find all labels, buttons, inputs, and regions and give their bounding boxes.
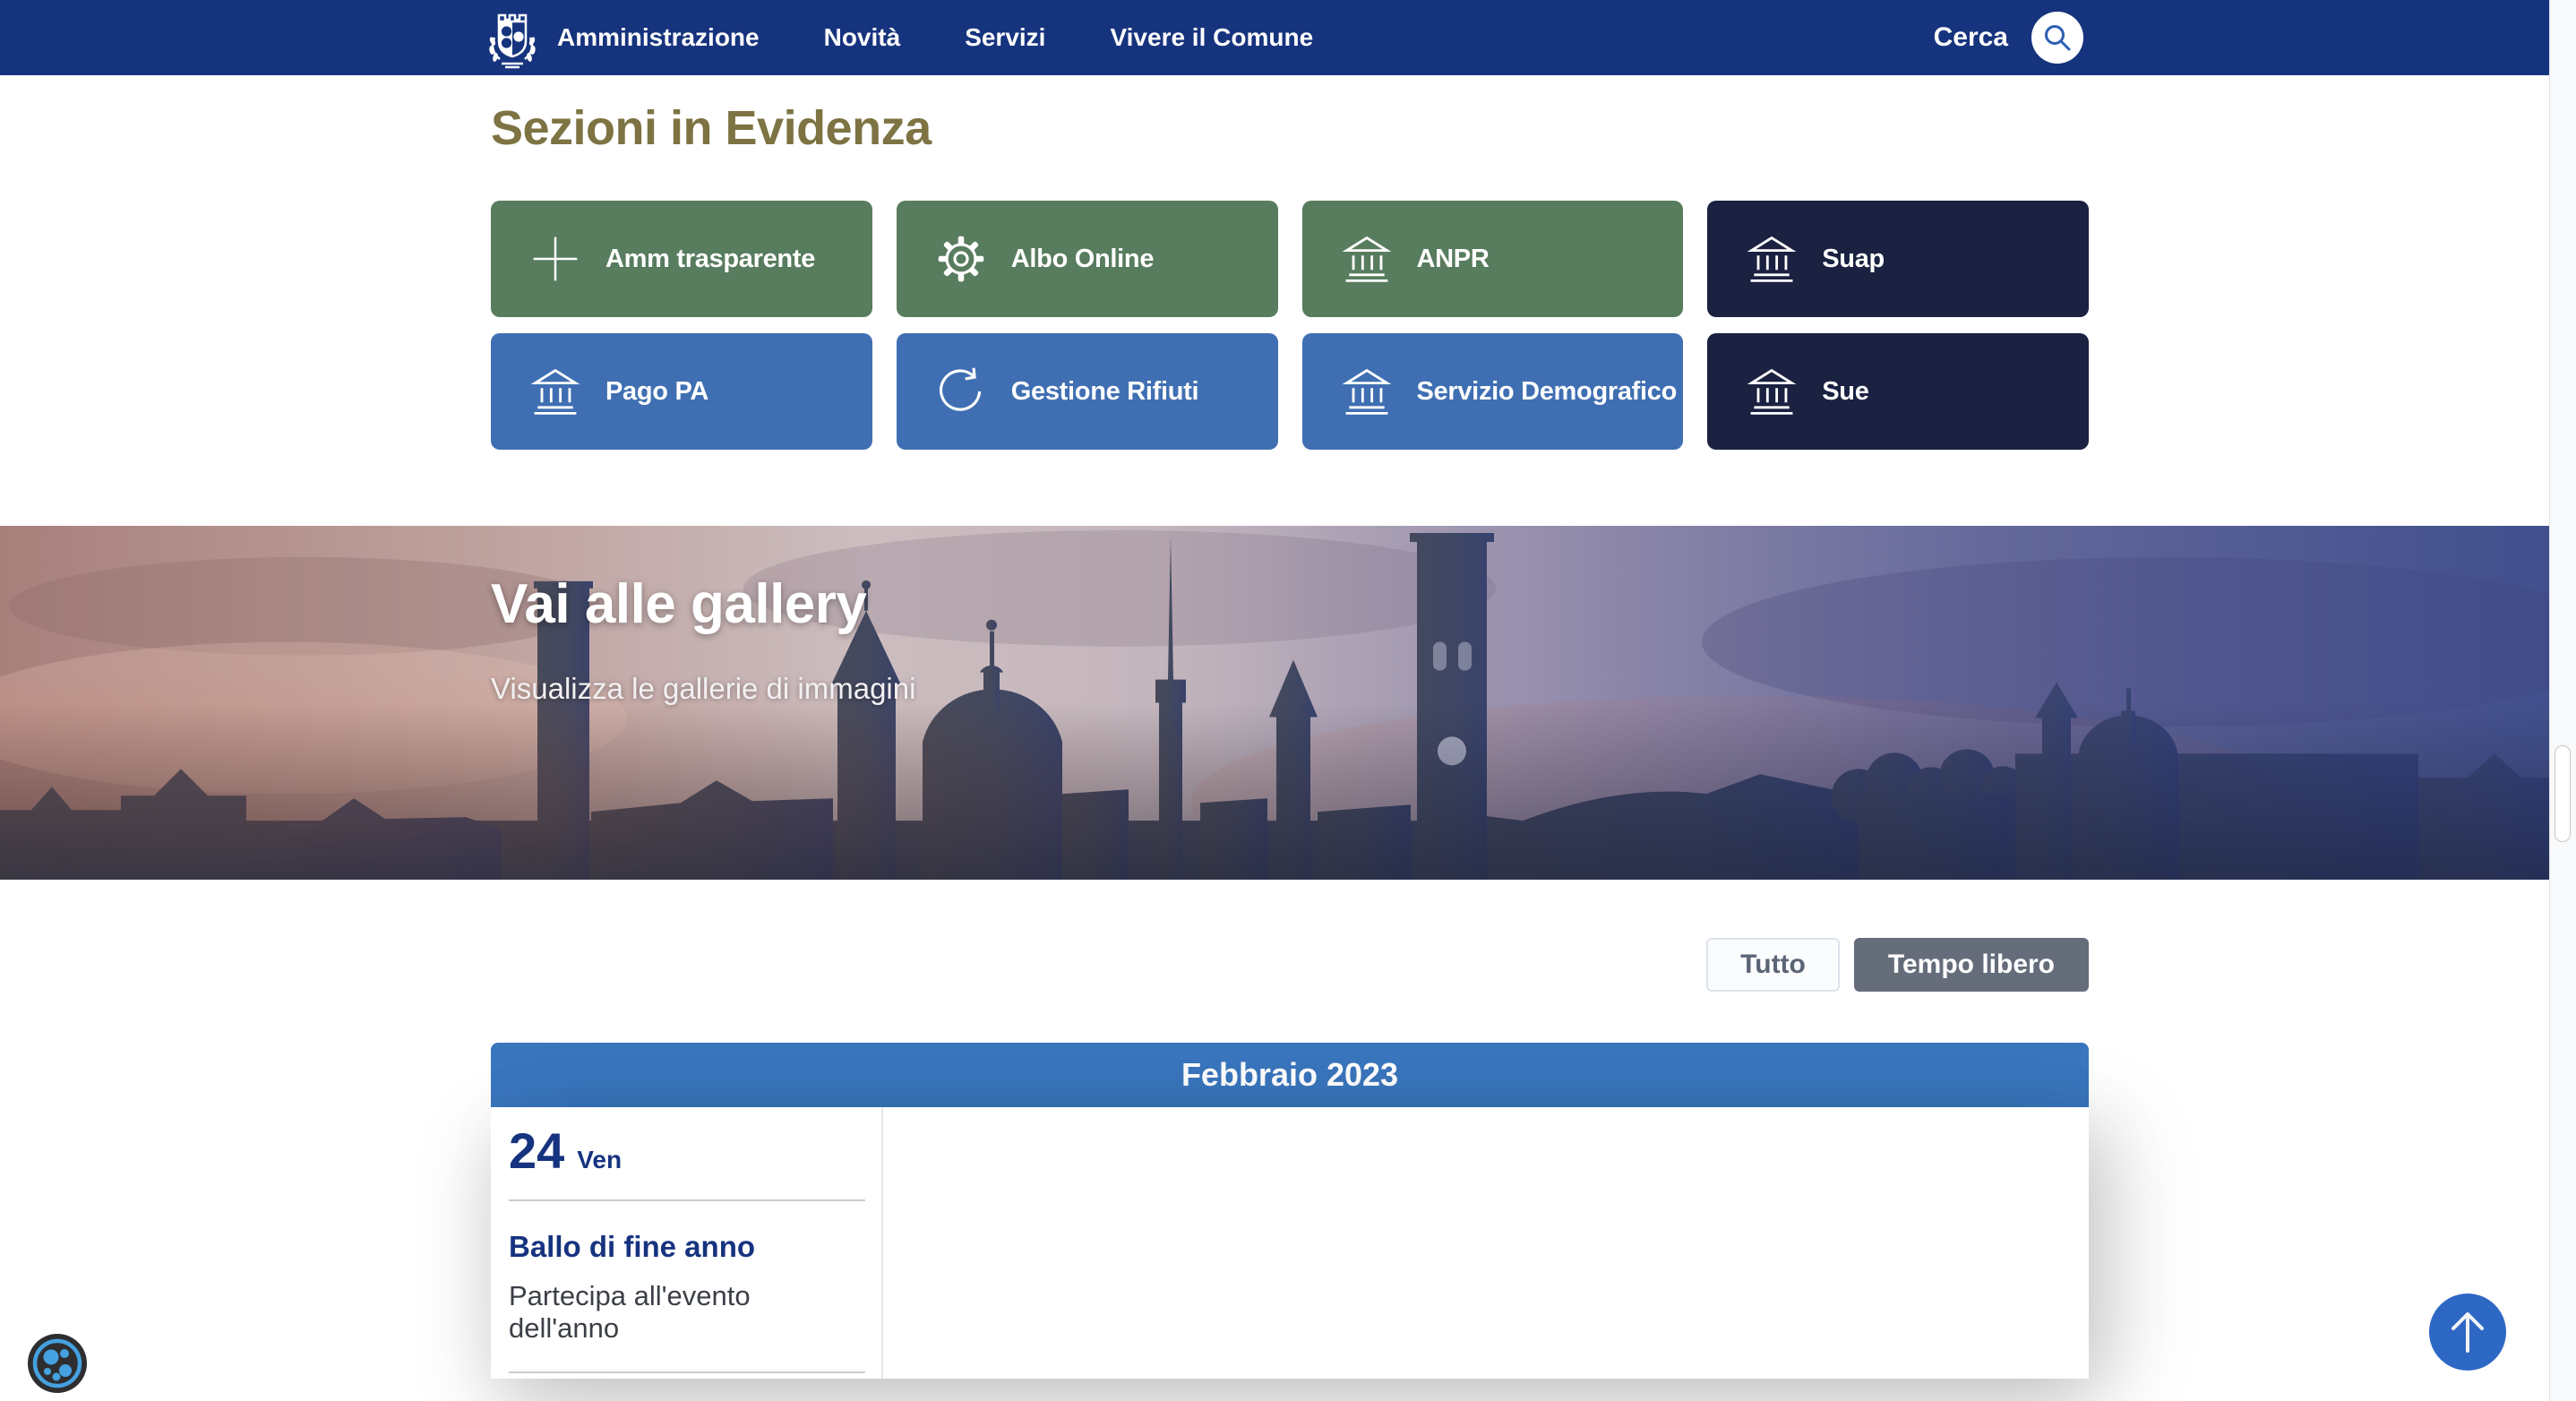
gear-icon — [934, 232, 988, 286]
card-label: Gestione Rifiuti — [1011, 377, 1199, 407]
calendar-month-header: Febbraio 2023 — [491, 1043, 2089, 1107]
card-pago-pa[interactable]: Pago PA — [491, 333, 872, 450]
card-label: Sue — [1822, 377, 1868, 407]
nav-item-servizi[interactable]: Servizi — [965, 23, 1045, 52]
divider — [509, 1199, 865, 1201]
featured-cards-grid: Amm trasparente Albo Online — [491, 201, 2089, 450]
day-weekday: Ven — [577, 1146, 622, 1174]
municipal-homepage: Amministrazione Novità Servizi Vivere il… — [0, 0, 2576, 1401]
nav-item-vivere-il-comune[interactable]: Vivere il Comune — [1110, 23, 1313, 52]
city-skyline-image — [0, 526, 2549, 880]
card-label: Suap — [1822, 245, 1885, 274]
card-label: Amm trasparente — [605, 245, 815, 274]
card-amm-trasparente[interactable]: Amm trasparente — [491, 201, 872, 317]
featured-sections-title: Sezioni in Evidenza — [491, 100, 932, 156]
main-menu: Amministrazione Novità Servizi Vivere il… — [557, 23, 1313, 52]
refresh-icon — [934, 365, 988, 418]
nav-item-amministrazione[interactable]: Amministrazione — [557, 23, 760, 52]
gallery-hero-title[interactable]: Vai alle gallery — [491, 572, 915, 636]
page-scrollbar-thumb[interactable] — [2555, 745, 2571, 842]
top-nav: Amministrazione Novità Servizi Vivere il… — [0, 0, 2549, 75]
plus-icon — [528, 232, 582, 286]
card-servizio-demografico[interactable]: Servizio Demografico — [1302, 333, 1684, 450]
card-albo-online[interactable]: Albo Online — [897, 201, 1278, 317]
card-label: ANPR — [1417, 245, 1490, 274]
card-label: Servizio Demografico — [1417, 377, 1678, 407]
search-button[interactable] — [2031, 12, 2083, 64]
card-gestione-rifiuti[interactable]: Gestione Rifiuti — [897, 333, 1278, 450]
bank-icon — [1745, 232, 1799, 286]
filter-tempo-libero-button[interactable]: Tempo libero — [1854, 938, 2089, 992]
filter-tutto-button[interactable]: Tutto — [1706, 938, 1840, 992]
calendar-day-column: 24 Ven Ballo di fine anno Partecipa all'… — [491, 1107, 883, 1379]
card-anpr[interactable]: ANPR — [1302, 201, 1684, 317]
nav-item-novita[interactable]: Novità — [824, 23, 901, 52]
card-suap[interactable]: Suap — [1707, 201, 2089, 317]
event-description: Partecipa all'evento dell'anno — [509, 1280, 863, 1345]
cookie-settings-button[interactable] — [27, 1333, 88, 1394]
bank-icon — [1340, 365, 1394, 418]
page-scrollbar-track[interactable] — [2549, 0, 2576, 1401]
scroll-to-top-button[interactable] — [2429, 1294, 2506, 1371]
event-item[interactable]: Ballo di fine anno Partecipa all'evento … — [509, 1230, 863, 1345]
bank-icon — [1745, 365, 1799, 418]
gallery-hero-banner[interactable]: Vai alle gallery Visualizza le gallerie … — [0, 526, 2549, 880]
municipal-crest-icon — [484, 7, 541, 72]
card-label: Pago PA — [605, 377, 708, 407]
bank-icon — [1340, 232, 1394, 286]
gallery-hero-subtitle: Visualizza le gallerie di immagini — [491, 672, 915, 706]
event-title[interactable]: Ballo di fine anno — [509, 1230, 863, 1264]
divider — [509, 1371, 865, 1373]
events-calendar: Febbraio 2023 24 Ven Ballo di fine anno … — [491, 1043, 2089, 1379]
card-sue[interactable]: Sue — [1707, 333, 2089, 450]
calendar-month-title: Febbraio 2023 — [1181, 1056, 1398, 1094]
search-icon — [2042, 22, 2073, 53]
card-label: Albo Online — [1011, 245, 1154, 274]
arrow-up-icon — [2447, 1310, 2488, 1354]
cookie-icon — [27, 1333, 88, 1394]
day-number: 24 — [509, 1122, 564, 1180]
event-filter-group: Tutto Tempo libero — [491, 938, 2089, 992]
bank-icon — [528, 365, 582, 418]
calendar-body: 24 Ven Ballo di fine anno Partecipa all'… — [491, 1107, 2089, 1379]
search-label[interactable]: Cerca — [1934, 22, 2008, 53]
